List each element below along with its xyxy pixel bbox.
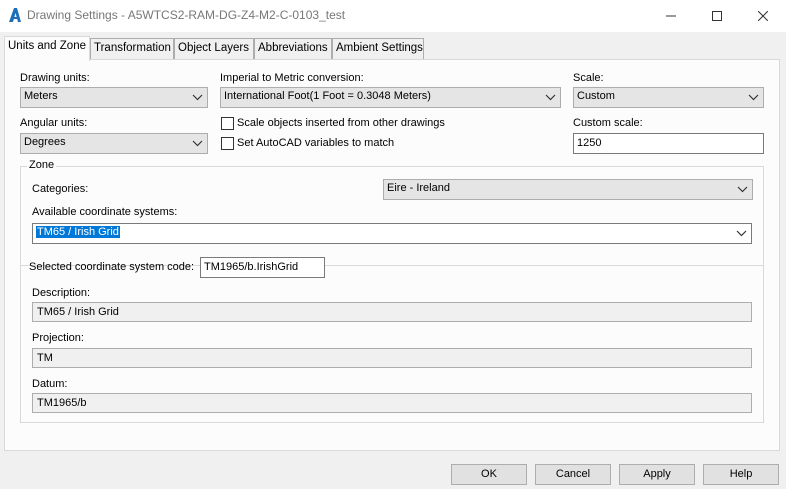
code-label: Selected coordinate system code:: [29, 261, 195, 273]
close-button[interactable]: [740, 0, 786, 32]
cancel-label: Cancel: [555, 468, 591, 480]
available-systems-select[interactable]: TM65 / Irish Grid: [32, 223, 752, 244]
scale-select[interactable]: Custom: [573, 87, 764, 108]
conversion-value: International Foot(1 Foot = 0.3048 Meter…: [224, 90, 431, 102]
title-bar: Drawing Settings - A5WTCS2-RAM-DG-Z4-M2-…: [0, 0, 786, 32]
zone-legend: Zone: [27, 159, 57, 171]
tab-transformation[interactable]: Transformation: [90, 38, 174, 60]
minimize-icon: [666, 15, 676, 17]
tab-label: Object Layers: [178, 42, 249, 54]
scale-value: Custom: [577, 90, 615, 102]
categories-value: Eire - Ireland: [387, 182, 450, 194]
scale-objects-checkbox[interactable]: [221, 117, 234, 130]
description-field: TM65 / Irish Grid: [32, 302, 752, 322]
ok-button[interactable]: OK: [451, 464, 527, 485]
angular-units-label: Angular units:: [20, 117, 88, 129]
tab-ambient-settings[interactable]: Ambient Settings: [332, 38, 424, 60]
tab-label: Ambient Settings: [336, 42, 423, 54]
maximize-button[interactable]: [694, 0, 740, 32]
help-button[interactable]: Help: [703, 464, 779, 485]
set-vars-checkbox[interactable]: [221, 137, 234, 150]
close-icon: [758, 11, 768, 21]
chevron-down-icon: [545, 94, 556, 101]
autocad-a-icon: [9, 8, 21, 22]
code-value: TM1965/b.IrishGrid: [204, 261, 299, 273]
tab-abbreviations[interactable]: Abbreviations: [254, 38, 332, 60]
available-systems-value: TM65 / Irish Grid: [36, 226, 120, 238]
scale-label: Scale:: [573, 72, 604, 84]
tab-label: Abbreviations: [258, 42, 328, 54]
datum-field: TM1965/b: [32, 393, 752, 413]
chevron-down-icon: [192, 94, 203, 101]
help-label: Help: [729, 468, 753, 480]
categories-label: Categories:: [32, 183, 89, 195]
projection-field: TM: [32, 348, 752, 368]
datum-value: TM1965/b: [37, 397, 87, 409]
projection-label: Projection:: [32, 332, 84, 344]
chevron-down-icon: [192, 140, 203, 147]
angular-units-value: Degrees: [24, 136, 66, 148]
chevron-down-icon: [748, 94, 759, 101]
conversion-select[interactable]: International Foot(1 Foot = 0.3048 Meter…: [220, 87, 561, 108]
scale-objects-label: Scale objects inserted from other drawin…: [237, 117, 445, 129]
apply-button[interactable]: Apply: [619, 464, 695, 485]
chevron-down-icon: [737, 186, 748, 193]
window-title: Drawing Settings - A5WTCS2-RAM-DG-Z4-M2-…: [27, 8, 346, 22]
drawing-units-value: Meters: [24, 90, 58, 102]
angular-units-select[interactable]: Degrees: [20, 133, 208, 154]
drawing-units-label: Drawing units:: [20, 72, 90, 84]
tab-label: Units and Zone: [8, 40, 86, 52]
ok-label: OK: [481, 468, 497, 480]
custom-scale-value: 1250: [577, 137, 602, 149]
maximize-icon: [712, 11, 722, 21]
description-value: TM65 / Irish Grid: [37, 306, 119, 318]
tab-units-and-zone[interactable]: Units and Zone: [4, 36, 90, 61]
apply-label: Apply: [643, 468, 671, 480]
drawing-units-select[interactable]: Meters: [20, 87, 208, 108]
tab-object-layers[interactable]: Object Layers: [174, 38, 254, 60]
tab-label: Transformation: [94, 42, 171, 54]
custom-scale-input[interactable]: 1250: [573, 133, 764, 154]
categories-select[interactable]: Eire - Ireland: [383, 179, 753, 200]
cancel-button[interactable]: Cancel: [535, 464, 611, 485]
datum-label: Datum:: [32, 378, 68, 390]
set-vars-label: Set AutoCAD variables to match: [237, 137, 395, 149]
available-systems-label: Available coordinate systems:: [32, 206, 178, 218]
projection-value: TM: [37, 352, 53, 364]
zone-group: [20, 166, 764, 423]
chevron-down-icon: [736, 230, 747, 237]
conversion-label: Imperial to Metric conversion:: [220, 72, 364, 84]
minimize-button[interactable]: [648, 0, 694, 32]
code-input[interactable]: TM1965/b.IrishGrid: [200, 257, 325, 278]
custom-scale-label: Custom scale:: [573, 117, 643, 129]
description-label: Description:: [32, 287, 91, 299]
